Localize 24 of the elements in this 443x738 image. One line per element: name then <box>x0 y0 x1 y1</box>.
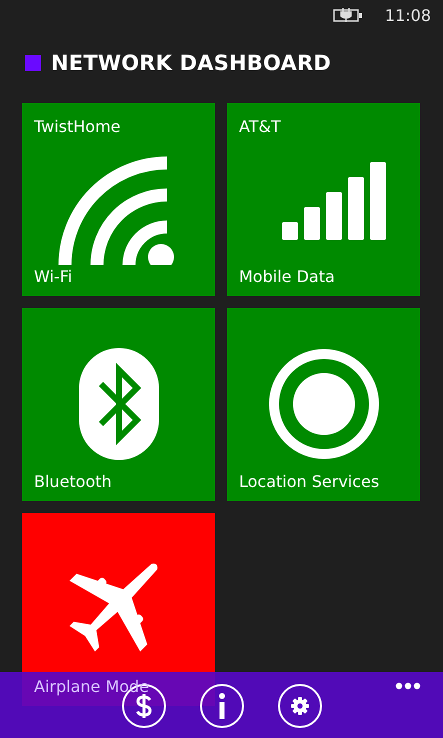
tile-label: Mobile Data <box>239 267 336 286</box>
info-button[interactable] <box>200 684 244 728</box>
location-target-icon <box>268 348 380 460</box>
tile-top-label: AT&T <box>239 117 282 136</box>
info-icon <box>218 693 224 719</box>
tile[interactable]: Bluetooth <box>22 308 215 501</box>
battery-charging-icon <box>332 8 363 22</box>
accent-square-icon <box>25 55 41 71</box>
more-button[interactable] <box>395 682 421 690</box>
settings-button[interactable] <box>278 684 322 728</box>
tile-label: Location Services <box>239 472 380 491</box>
settings-icon <box>290 697 308 715</box>
signal-bars-icon <box>282 162 386 240</box>
tile-label: Airplane Mode <box>34 677 150 696</box>
tile-label: Wi-Fi <box>34 267 74 286</box>
page-title: NETWORK DASHBOARD <box>51 51 331 75</box>
tile-top-label: TwistHome <box>34 117 122 136</box>
more-icon <box>395 682 421 690</box>
tile[interactable]: Location Services <box>227 308 420 501</box>
tile[interactable]: TwistHome Wi-Fi <box>22 103 215 296</box>
clock-time: 11:08 <box>384 6 431 24</box>
tile-label: Bluetooth <box>34 472 113 491</box>
dollar-icon <box>136 694 152 718</box>
tile[interactable]: AT&T Mobile Data <box>227 103 420 296</box>
